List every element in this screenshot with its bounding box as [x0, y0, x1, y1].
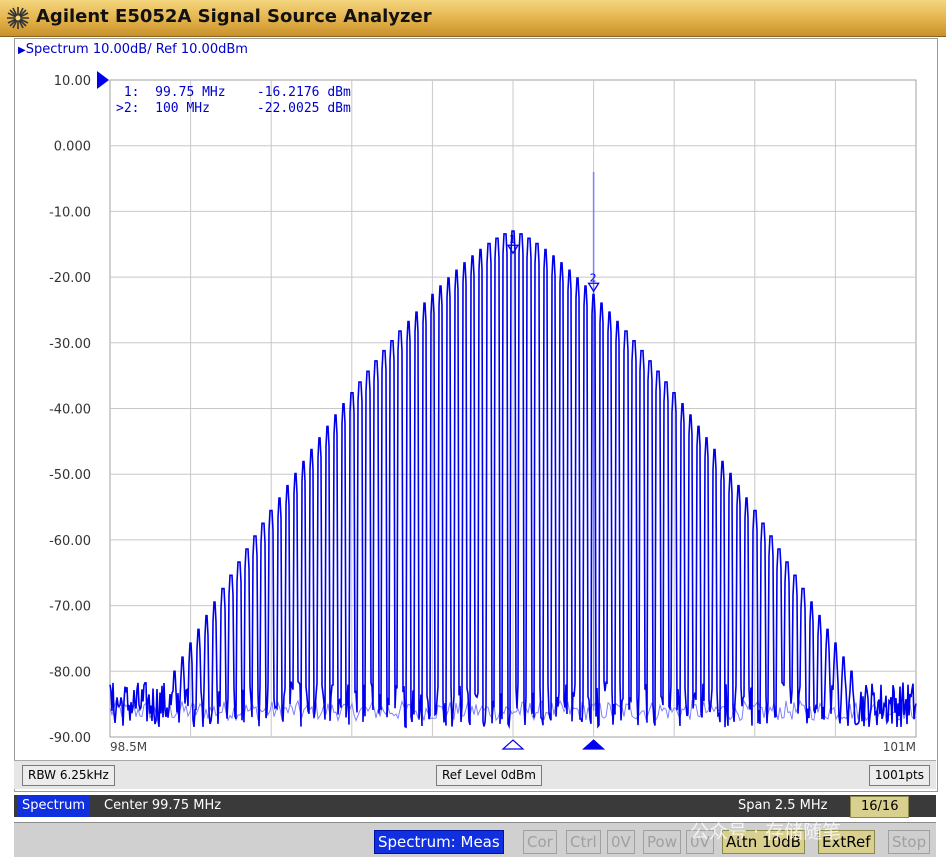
points-box[interactable]: 1001pts: [868, 765, 930, 786]
y-tick-label: -30.00: [49, 337, 91, 352]
marker-readout-1: 1: 99.75 MHz -16.2176 dBm: [116, 85, 351, 100]
marker-1-label: 1: [509, 233, 516, 246]
marker-2-label: 2: [590, 271, 597, 284]
status-bar: Spectrum Center 99.75 MHz Span 2.5 MHz 1…: [14, 795, 936, 818]
y-tick-label: -60.00: [49, 534, 91, 549]
y-tick-label: -40.00: [49, 403, 91, 418]
stop-indicator: Stop: [888, 830, 931, 854]
y-tick-label: -20.00: [49, 271, 91, 286]
marker-2-axis-indicator: [582, 739, 606, 750]
y-axis-ticks: 10.00 0.000 -10.00 -20.00 -30.00 -40.00 -50.00…: [49, 71, 109, 746]
plot-grid: [109, 79, 917, 738]
marker-1-axis-indicator: [501, 739, 525, 750]
rbw-box[interactable]: RBW 6.25kHz: [22, 765, 115, 786]
ctrl-voltage: 0V: [607, 830, 635, 854]
x-start-label: 98.5M: [110, 740, 147, 754]
pow-indicator: Pow: [643, 830, 681, 854]
sweep-counter: 16/16: [850, 796, 910, 818]
y-tick-label: -80.00: [49, 665, 91, 680]
cor-indicator: Cor: [523, 830, 557, 854]
y-tick-label: -70.00: [49, 600, 91, 615]
spectrum-plot[interactable]: 10.00 0.000 -10.00 -20.00 -30.00 -40.00 -50.00…: [0, 0, 946, 864]
y-tick-label: -90.00: [49, 731, 91, 746]
ref-level-arrow-icon: [97, 71, 109, 89]
meas-indicator[interactable]: Spectrum: Meas: [374, 830, 504, 854]
span-frequency: Span 2.5 MHz: [738, 798, 828, 813]
ref-level-box[interactable]: Ref Level 0dBm: [436, 765, 542, 786]
mode-tag[interactable]: Spectrum: [18, 795, 89, 817]
x-stop-label: 101M: [883, 740, 916, 754]
y-tick-label: -50.00: [49, 468, 91, 483]
watermark-text: 公众号 · 存储随笔: [690, 821, 842, 843]
y-tick-label: -10.00: [49, 205, 91, 220]
center-frequency: Center 99.75 MHz: [104, 798, 222, 813]
y-tick-label: 0.000: [54, 140, 91, 155]
ctrl-indicator: Ctrl: [566, 830, 601, 854]
bottom-status-bar: Spectrum: Meas Cor Ctrl 0V Pow 0V Attn 1…: [14, 821, 936, 857]
y-tick-label: 10.00: [54, 74, 91, 89]
marker-readout-2: >2: 100 MHz -22.0025 dBm: [116, 101, 351, 116]
rbw-bar: RBW 6.25kHz Ref Level 0dBm 1001pts: [14, 760, 936, 789]
